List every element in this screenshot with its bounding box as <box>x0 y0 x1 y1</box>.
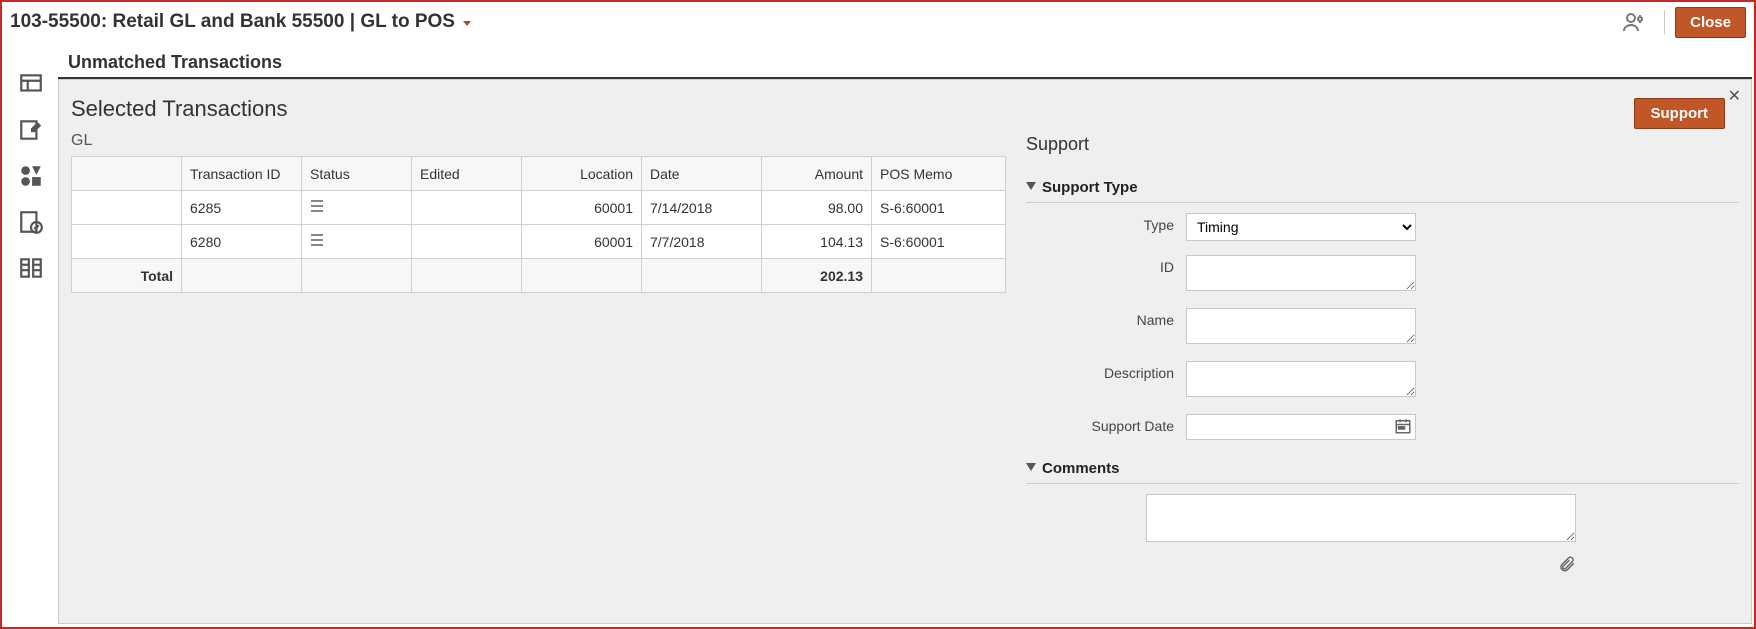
id-label: ID <box>1026 255 1186 275</box>
support-date-input[interactable] <box>1186 414 1416 440</box>
cell-location: 60001 <box>522 191 642 225</box>
cell-amount: 104.13 <box>762 225 872 259</box>
top-bar: 103-55500: Retail GL and Bank 55500 | GL… <box>2 2 1754 42</box>
nav-worksheet-icon[interactable] <box>11 64 51 104</box>
support-button[interactable]: Support <box>1634 98 1726 129</box>
comments-input[interactable] <box>1146 494 1576 542</box>
attachment-icon[interactable] <box>1558 560 1576 576</box>
nav-edit-icon[interactable] <box>11 110 51 150</box>
table-total-row: Total 202.13 <box>72 259 1006 293</box>
close-button[interactable]: Close <box>1675 7 1746 38</box>
col-edited[interactable]: Edited <box>412 157 522 191</box>
total-label: Total <box>72 259 182 293</box>
cell-memo: S-6:60001 <box>872 191 1006 225</box>
page-title-dropdown-icon[interactable] <box>461 14 473 30</box>
selected-transactions-panel: ✕ Support Selected Transactions GL Trans… <box>58 79 1752 624</box>
cell-edited <box>412 225 522 259</box>
collapse-triangle-icon <box>1026 460 1036 477</box>
gl-table: Transaction ID Status Edited Location Da… <box>71 156 1006 293</box>
col-memo[interactable]: POS Memo <box>872 157 1006 191</box>
id-input[interactable] <box>1186 255 1416 291</box>
col-location[interactable]: Location <box>522 157 642 191</box>
cell-date: 7/7/2018 <box>642 225 762 259</box>
content-header: Unmatched Transactions <box>58 44 1752 79</box>
cell-amount: 98.00 <box>762 191 872 225</box>
type-label: Type <box>1026 213 1186 233</box>
comments-label: Comments <box>1042 460 1120 477</box>
calendar-icon[interactable] <box>1394 417 1412 438</box>
user-settings-icon[interactable] <box>1622 10 1646 34</box>
support-type-label: Support Type <box>1042 179 1138 196</box>
support-type-section-header[interactable]: Support Type <box>1026 173 1739 203</box>
cell-txid: 6280 <box>182 225 302 259</box>
panel-close-icon[interactable]: ✕ <box>1728 86 1741 106</box>
support-date-label: Support Date <box>1026 414 1186 434</box>
table-row[interactable]: 6280 60001 7/7/2018 104.13 S-6:60001 <box>72 225 1006 259</box>
cell-txid: 6285 <box>182 191 302 225</box>
nav-columns-icon[interactable] <box>11 248 51 288</box>
nav-approve-icon[interactable] <box>11 202 51 242</box>
content-area: Unmatched Transactions ✕ Support Selecte… <box>58 44 1752 625</box>
page-title: 103-55500: Retail GL and Bank 55500 | GL… <box>10 11 455 33</box>
total-amount: 202.13 <box>762 259 872 293</box>
cell-memo: S-6:60001 <box>872 225 1006 259</box>
cell-status-icon[interactable] <box>302 225 412 259</box>
col-status[interactable]: Status <box>302 157 412 191</box>
cell-location: 60001 <box>522 225 642 259</box>
name-input[interactable] <box>1186 308 1416 344</box>
description-input[interactable] <box>1186 361 1416 397</box>
left-nav <box>4 44 58 625</box>
description-label: Description <box>1026 361 1186 381</box>
cell-edited <box>412 191 522 225</box>
col-txid[interactable]: Transaction ID <box>182 157 302 191</box>
col-blank[interactable] <box>72 157 182 191</box>
gl-label: GL <box>71 132 1006 150</box>
support-heading: Support <box>1026 134 1739 155</box>
name-label: Name <box>1026 308 1186 328</box>
table-row[interactable]: 6285 60001 7/14/2018 98.00 S-6:60001 <box>72 191 1006 225</box>
panel-title: Selected Transactions <box>71 96 1739 122</box>
collapse-triangle-icon <box>1026 179 1036 196</box>
col-amount[interactable]: Amount <box>762 157 872 191</box>
content-heading: Unmatched Transactions <box>68 52 282 72</box>
cell-status-icon[interactable] <box>302 191 412 225</box>
nav-shapes-icon[interactable] <box>11 156 51 196</box>
col-date[interactable]: Date <box>642 157 762 191</box>
type-select[interactable]: Timing <box>1186 213 1416 241</box>
cell-date: 7/14/2018 <box>642 191 762 225</box>
divider <box>1664 10 1665 34</box>
comments-section-header[interactable]: Comments <box>1026 454 1739 484</box>
